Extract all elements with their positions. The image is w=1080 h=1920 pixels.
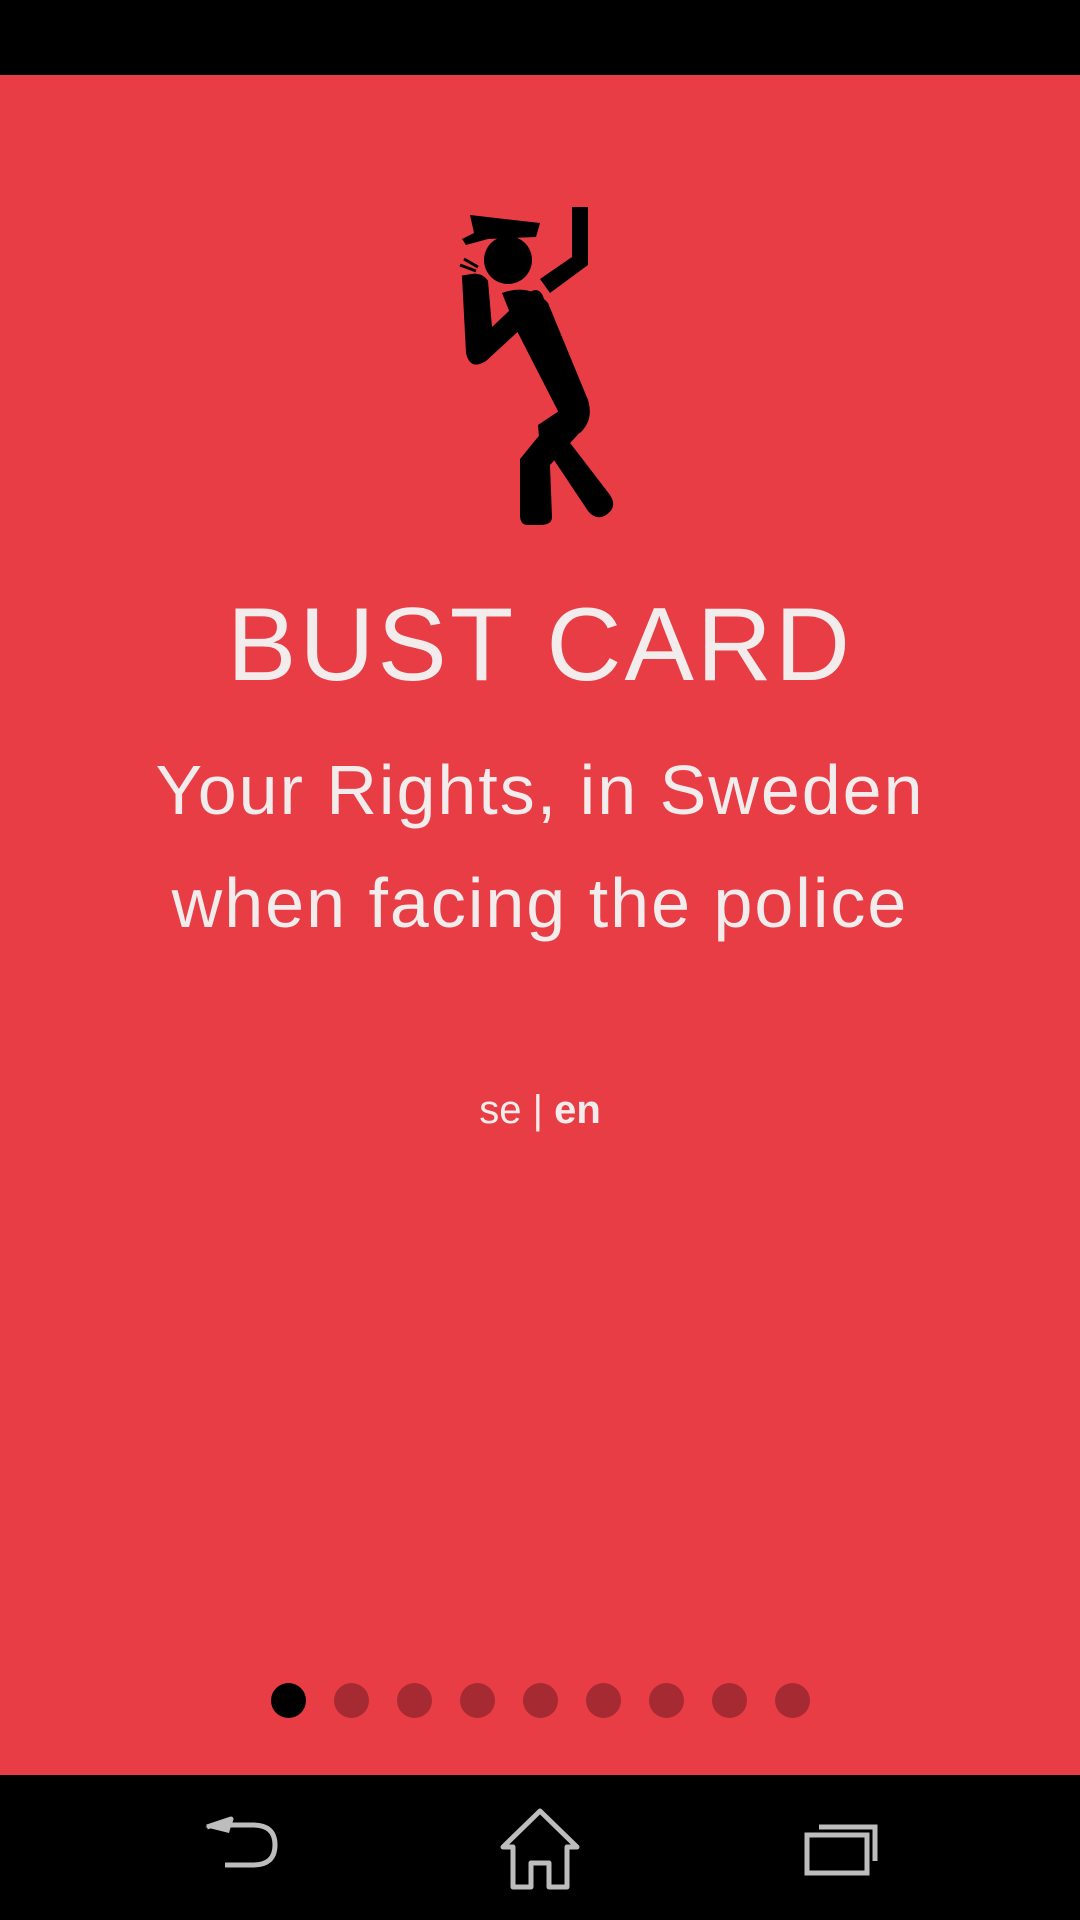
page-dot-5[interactable] <box>522 1682 558 1718</box>
page-dot-4[interactable] <box>459 1682 495 1718</box>
page-dot-1[interactable] <box>270 1682 306 1718</box>
language-option-se[interactable]: se <box>479 1088 521 1132</box>
app-title: BUST CARD <box>226 587 854 703</box>
system-navigation-bar <box>0 1775 1080 1920</box>
language-option-en[interactable]: en <box>554 1088 601 1132</box>
language-switcher: se | en <box>0 1085 1080 1135</box>
intro-screen[interactable]: BUST CARD Your Rights, in Sweden when fa… <box>0 75 1080 1775</box>
page-indicator <box>0 1680 1080 1720</box>
page-dot-7[interactable] <box>648 1682 684 1718</box>
recent-apps-icon[interactable] <box>795 1805 885 1895</box>
subtitle-line-2: when facing the police <box>171 864 909 942</box>
page-dot-3[interactable] <box>396 1682 432 1718</box>
page-dot-9[interactable] <box>774 1682 810 1718</box>
language-separator: | <box>532 1088 555 1132</box>
home-icon[interactable] <box>495 1805 585 1895</box>
subtitle-line-1: Your Rights, in Sweden <box>155 751 925 829</box>
page-dot-2[interactable] <box>333 1682 369 1718</box>
page-dot-8[interactable] <box>711 1682 747 1718</box>
page-dot-6[interactable] <box>585 1682 621 1718</box>
back-icon[interactable] <box>195 1805 285 1895</box>
status-bar <box>0 0 1080 75</box>
police-officer-whistle-icon <box>459 207 614 525</box>
